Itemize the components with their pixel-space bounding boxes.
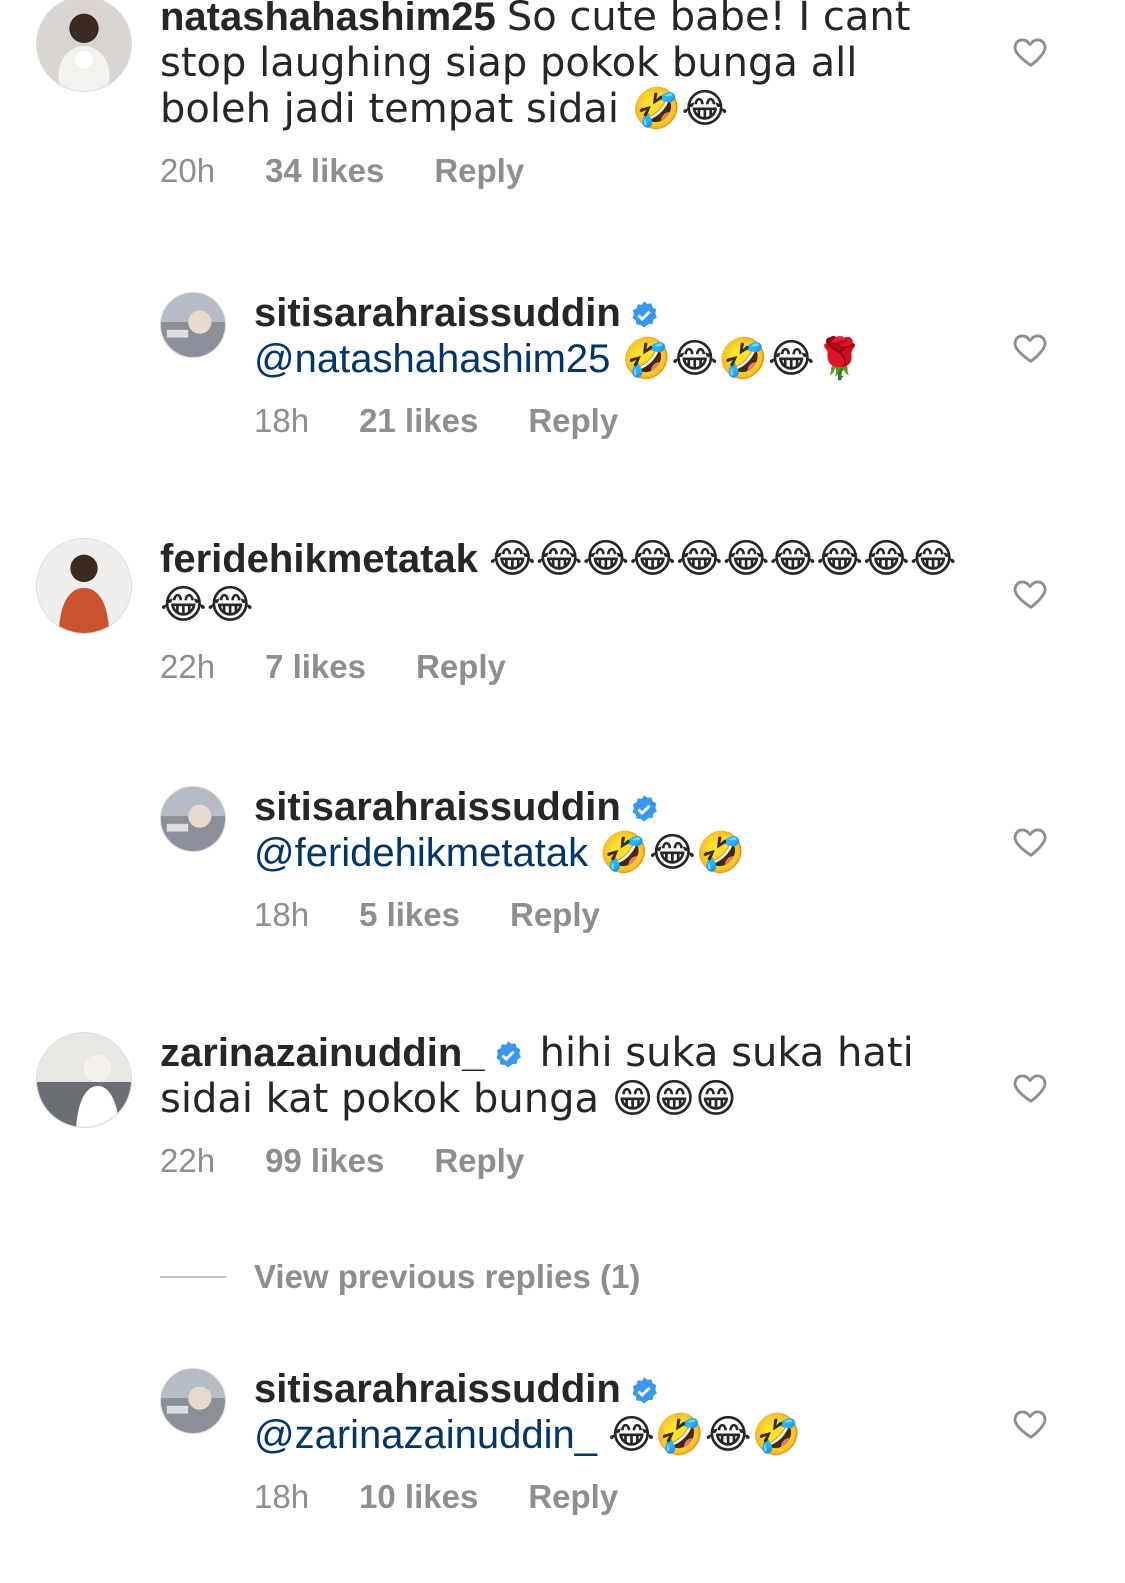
heart-icon[interactable]: [1012, 1404, 1050, 1442]
comment-text: feridehikmetatak 😂😂😂😂😂😂😂😂😂😂😂😂: [160, 536, 980, 628]
avatar[interactable]: [160, 1368, 226, 1434]
comment-text: sitisarahraissuddin @zarinazainuddin_ 😂🤣…: [254, 1366, 974, 1458]
comment-username[interactable]: sitisarahraissuddin: [254, 291, 621, 335]
mention-link[interactable]: @zarinazainuddin_: [254, 1413, 597, 1457]
comment-meta: 20h 34 likes Reply: [160, 152, 980, 190]
heart-icon[interactable]: [1012, 32, 1050, 70]
comment-time: 18h: [254, 896, 310, 933]
verified-badge-icon: [632, 1377, 657, 1404]
comment-likes[interactable]: 99 likes: [265, 1142, 384, 1180]
avatar[interactable]: [160, 292, 226, 358]
comment-time: 18h: [254, 402, 310, 439]
heart-icon[interactable]: [1012, 1068, 1050, 1106]
comment-body: 🤣😂🤣: [599, 830, 746, 876]
comment-time: 22h: [160, 648, 216, 685]
verified-badge-icon: [632, 795, 657, 822]
reply-button[interactable]: Reply: [434, 152, 524, 190]
comment-meta: 18h 10 likes Reply: [254, 1478, 974, 1516]
mention-link[interactable]: @feridehikmetatak: [254, 831, 588, 875]
comment-body: 🤣😂🤣😂🌹: [621, 336, 865, 382]
comment-meta: 22h 7 likes Reply: [160, 648, 980, 686]
comment-meta: 22h 99 likes Reply: [160, 1142, 980, 1180]
heart-icon[interactable]: [1012, 822, 1050, 860]
view-previous-replies-label[interactable]: View previous replies (1): [254, 1258, 640, 1296]
divider-line: [160, 1276, 226, 1278]
reply-button[interactable]: Reply: [434, 1142, 524, 1180]
comment-username[interactable]: zarinazainuddin_: [160, 1031, 485, 1075]
comment-username[interactable]: sitisarahraissuddin: [254, 785, 621, 829]
comment-likes[interactable]: 5 likes: [359, 896, 460, 934]
avatar[interactable]: [160, 786, 226, 852]
comment-username[interactable]: sitisarahraissuddin: [254, 1367, 621, 1411]
comment-likes[interactable]: 21 likes: [359, 402, 478, 440]
comment-username[interactable]: feridehikmetatak: [160, 537, 478, 581]
reply-button[interactable]: Reply: [416, 648, 506, 686]
view-previous-replies[interactable]: View previous replies (1): [160, 1258, 640, 1296]
avatar[interactable]: [36, 0, 132, 92]
comment-likes[interactable]: 7 likes: [265, 648, 366, 686]
avatar[interactable]: [36, 538, 132, 634]
comment-username[interactable]: natashahashim25: [160, 0, 496, 39]
comment-meta: 18h 5 likes Reply: [254, 896, 974, 934]
comment-body: 😂🤣😂🤣: [608, 1412, 802, 1458]
reply-button[interactable]: Reply: [510, 896, 600, 934]
avatar[interactable]: [36, 1032, 132, 1128]
comment-likes[interactable]: 34 likes: [265, 152, 384, 190]
verified-badge-icon: [495, 1041, 521, 1068]
reply-button[interactable]: Reply: [528, 402, 618, 440]
comment-text: sitisarahraissuddin @feridehikmetatak 🤣😂…: [254, 784, 974, 876]
mention-link[interactable]: @natashahashim25: [254, 337, 610, 381]
comment-time: 18h: [254, 1478, 310, 1515]
comment-text: sitisarahraissuddin @natashahashim25 🤣😂🤣…: [254, 290, 974, 382]
comment-text: zarinazainuddin_ hihi suka suka hati sid…: [160, 1030, 980, 1122]
comment-time: 22h: [160, 1142, 216, 1179]
heart-icon[interactable]: [1012, 574, 1050, 612]
heart-icon[interactable]: [1012, 328, 1050, 366]
comment-meta: 18h 21 likes Reply: [254, 402, 974, 440]
comment-likes[interactable]: 10 likes: [359, 1478, 478, 1516]
comment-text: natashahashim25 So cute babe! I cant sto…: [160, 0, 980, 132]
verified-badge-icon: [632, 301, 657, 328]
comment-time: 20h: [160, 152, 216, 189]
reply-button[interactable]: Reply: [528, 1478, 618, 1516]
